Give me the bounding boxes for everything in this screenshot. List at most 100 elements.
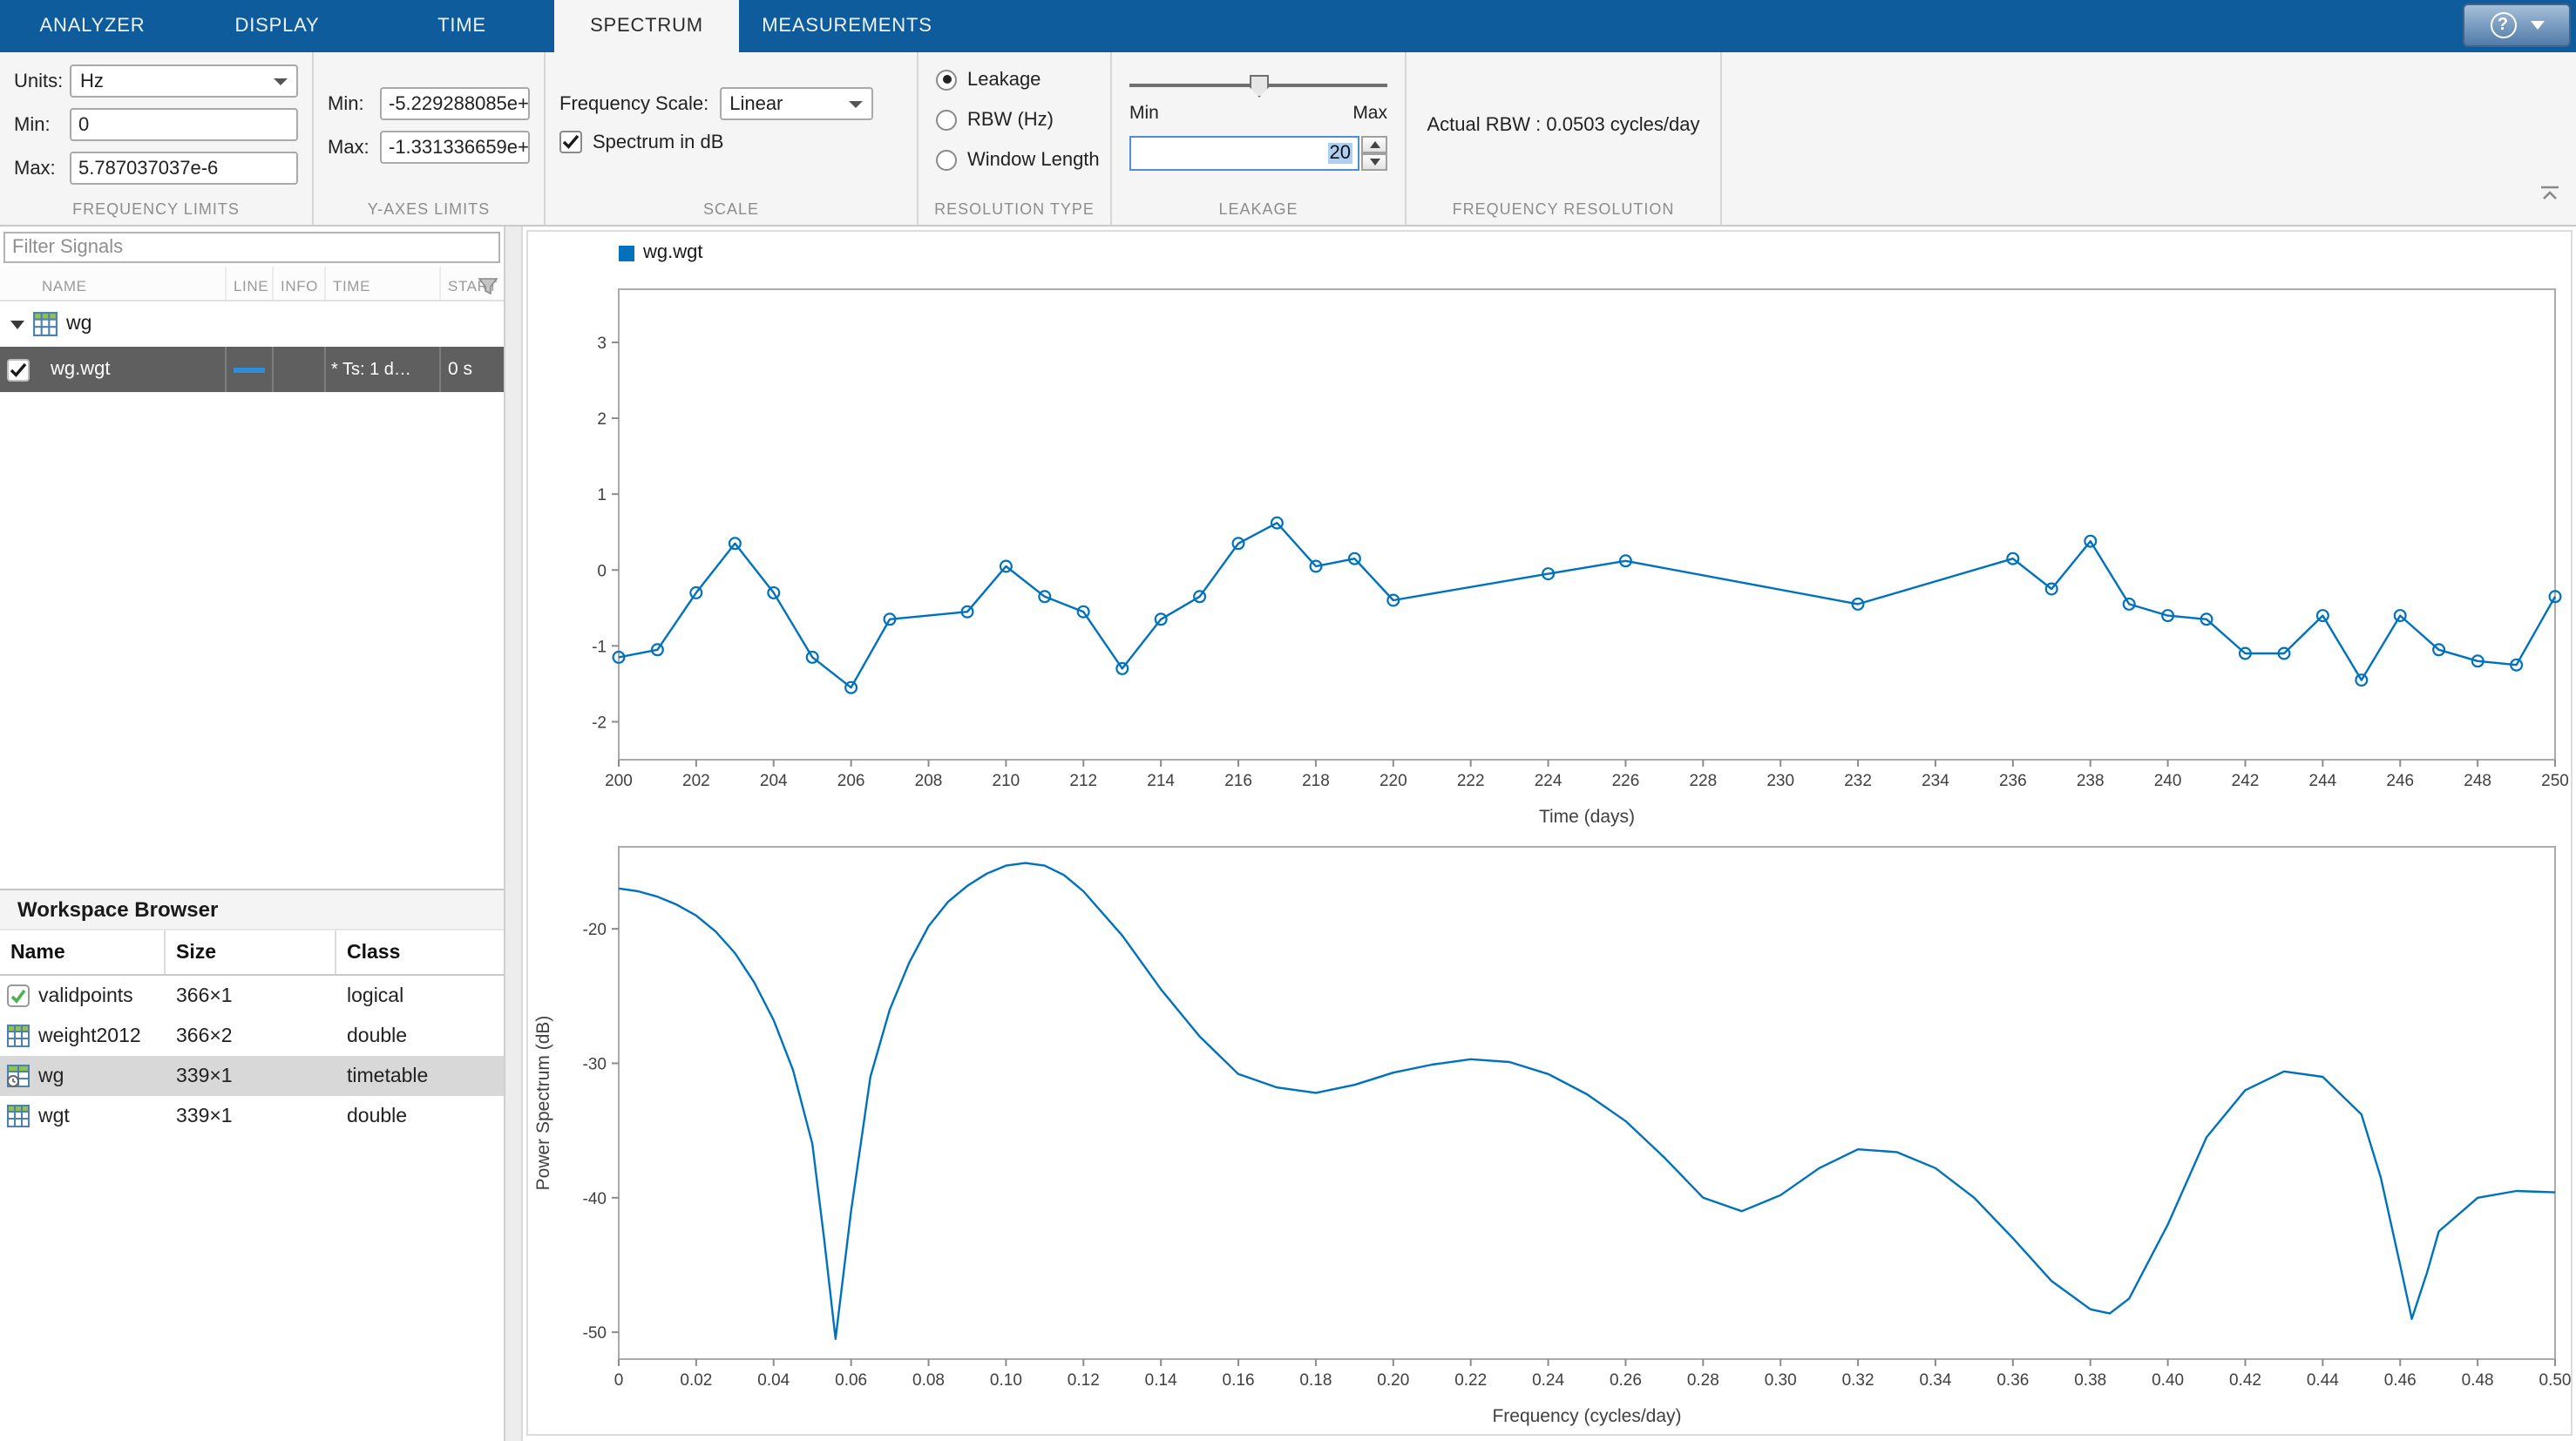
spinner-down-button[interactable] (1361, 153, 1387, 171)
signal-info-cell (274, 347, 326, 392)
svg-text:224: 224 (1535, 772, 1563, 790)
signal-checkbox[interactable] (7, 358, 30, 381)
spectrum-db-checkbox[interactable] (559, 131, 582, 153)
svg-text:202: 202 (682, 772, 710, 790)
tab-display[interactable]: DISPLAY (185, 0, 369, 52)
signal-group-row[interactable]: wg (0, 301, 504, 347)
svg-text:0.16: 0.16 (1223, 1371, 1255, 1390)
column-header-time[interactable]: TIME (326, 267, 441, 300)
spectrum-db-label: Spectrum in dB (593, 132, 723, 152)
timetable-icon (7, 1065, 30, 1087)
frequency-limits-section: Units: Hz Min: 0 Max: 5.787037037e-6 FRE… (0, 52, 314, 225)
leakage-value-input[interactable]: 20 (1129, 136, 1359, 171)
svg-text:230: 230 (1766, 772, 1794, 790)
leakage-slider[interactable] (1129, 73, 1387, 98)
minimize-toolstrip-button[interactable] (2538, 183, 2562, 204)
slider-max-label: Max (1352, 103, 1387, 124)
workspace-browser-title: Workspace Browser (0, 889, 504, 930)
units-dropdown[interactable]: Hz (70, 64, 298, 98)
signal-group-label: wg (66, 314, 92, 335)
tab-measurements[interactable]: MEASUREMENTS (739, 0, 955, 52)
leakage-value: 20 (1328, 143, 1353, 164)
workspace-column-class[interactable]: Class (336, 930, 504, 974)
caret-up-icon (1369, 141, 1380, 148)
signal-analyzer-app: ANALYZER DISPLAY TIME SPECTRUM MEASUREME… (0, 0, 2576, 1441)
units-value: Hz (80, 71, 104, 91)
workspace-column-size[interactable]: Size (166, 930, 336, 974)
svg-text:0: 0 (597, 562, 607, 580)
slider-min-label: Min (1129, 103, 1159, 124)
frequency-scale-dropdown[interactable]: Linear (719, 87, 872, 120)
svg-text:0.40: 0.40 (2152, 1371, 2184, 1390)
panel-splitter[interactable] (505, 227, 523, 1441)
yaxis-min-input[interactable]: -5.229288085e+1 (380, 87, 530, 120)
signal-row[interactable]: wg.wgt * Ts: 1 d… 0 s (0, 347, 504, 392)
svg-text:-20: -20 (583, 921, 607, 939)
chevron-down-icon (2530, 21, 2544, 30)
help-button[interactable]: ? (2463, 3, 2571, 47)
frequency-scale-label: Frequency Scale: (559, 93, 708, 114)
tab-analyzer[interactable]: ANALYZER (0, 0, 185, 52)
column-header-line[interactable]: LINE (227, 267, 274, 300)
workspace-row[interactable]: wg 339×1 timetable (0, 1056, 504, 1096)
leakage-radio[interactable] (936, 69, 957, 90)
window-length-radio[interactable] (936, 149, 957, 170)
column-header-name[interactable]: NAME (0, 267, 227, 300)
chevron-down-icon (848, 100, 862, 107)
yaxis-max-input[interactable]: -1.331336659e+1 (380, 131, 530, 164)
workspace-var-size: 339×1 (166, 1106, 336, 1126)
svg-text:0.04: 0.04 (757, 1371, 790, 1390)
workspace-var-class: timetable (336, 1066, 504, 1086)
tab-time[interactable]: TIME (369, 0, 554, 52)
svg-text:Frequency (cycles/day): Frequency (cycles/day) (1492, 1406, 1681, 1426)
svg-text:248: 248 (2464, 772, 2491, 790)
workspace-row[interactable]: wgt 339×1 double (0, 1096, 504, 1136)
workspace-row[interactable]: weight2012 366×2 double (0, 1016, 504, 1056)
rbw-radio-label: RBW (Hz) (967, 109, 1054, 130)
signal-table-empty-area (0, 392, 504, 889)
spinner-up-button[interactable] (1361, 136, 1387, 153)
svg-text:0.06: 0.06 (835, 1371, 867, 1390)
matrix-icon (7, 1025, 30, 1047)
svg-text:0.12: 0.12 (1068, 1371, 1100, 1390)
expand-collapse-icon[interactable] (10, 320, 24, 328)
charts-canvas[interactable]: 2002022042062082102122142162182202222242… (523, 227, 2576, 1439)
workspace-var-class: double (336, 1025, 504, 1046)
leakage-slider-thumb[interactable] (1250, 75, 1269, 98)
workspace-var-size: 339×1 (166, 1066, 336, 1086)
toolstrip-filler (1722, 52, 2576, 225)
tab-spectrum[interactable]: SPECTRUM (554, 0, 739, 52)
svg-text:0.28: 0.28 (1687, 1371, 1719, 1390)
svg-text:246: 246 (2386, 772, 2414, 790)
column-header-info[interactable]: INFO (274, 267, 326, 300)
section-label: SCALE (546, 200, 917, 218)
svg-text:222: 222 (1457, 772, 1485, 790)
workspace-var-class: double (336, 1106, 504, 1126)
line-style-swatch[interactable] (234, 367, 265, 372)
freq-min-input[interactable]: 0 (70, 108, 298, 141)
svg-text:Power Spectrum (dB): Power Spectrum (dB) (533, 1016, 553, 1191)
rbw-radio[interactable] (936, 109, 957, 130)
svg-text:240: 240 (2154, 772, 2182, 790)
svg-text:250: 250 (2541, 772, 2569, 790)
svg-text:0.44: 0.44 (2307, 1371, 2339, 1390)
svg-text:0.32: 0.32 (1842, 1371, 1874, 1390)
svg-text:0.48: 0.48 (2462, 1371, 2494, 1390)
legend-swatch-icon (619, 245, 634, 260)
leakage-radio-label: Leakage (967, 69, 1041, 90)
workspace-var-name: validpoints (38, 985, 133, 1006)
svg-text:-2: -2 (592, 714, 607, 732)
workspace-row[interactable]: validpoints 366×1 logical (0, 976, 504, 1016)
workspace-var-name: wg (38, 1066, 64, 1086)
filter-signals-input[interactable] (3, 232, 500, 263)
legend[interactable]: wg.wgt (619, 242, 703, 263)
workspace-column-name[interactable]: Name (0, 930, 166, 974)
filter-icon[interactable] (478, 274, 498, 305)
y-axes-limits-section: Min: -5.229288085e+1 Max: -1.331336659e+… (314, 52, 546, 225)
freq-max-input[interactable]: 5.787037037e-6 (70, 152, 298, 185)
svg-text:206: 206 (837, 772, 865, 790)
section-label: LEAKAGE (1112, 200, 1405, 218)
workspace-var-class: logical (336, 985, 504, 1006)
svg-text:3: 3 (597, 335, 607, 353)
svg-text:0.08: 0.08 (912, 1371, 945, 1390)
